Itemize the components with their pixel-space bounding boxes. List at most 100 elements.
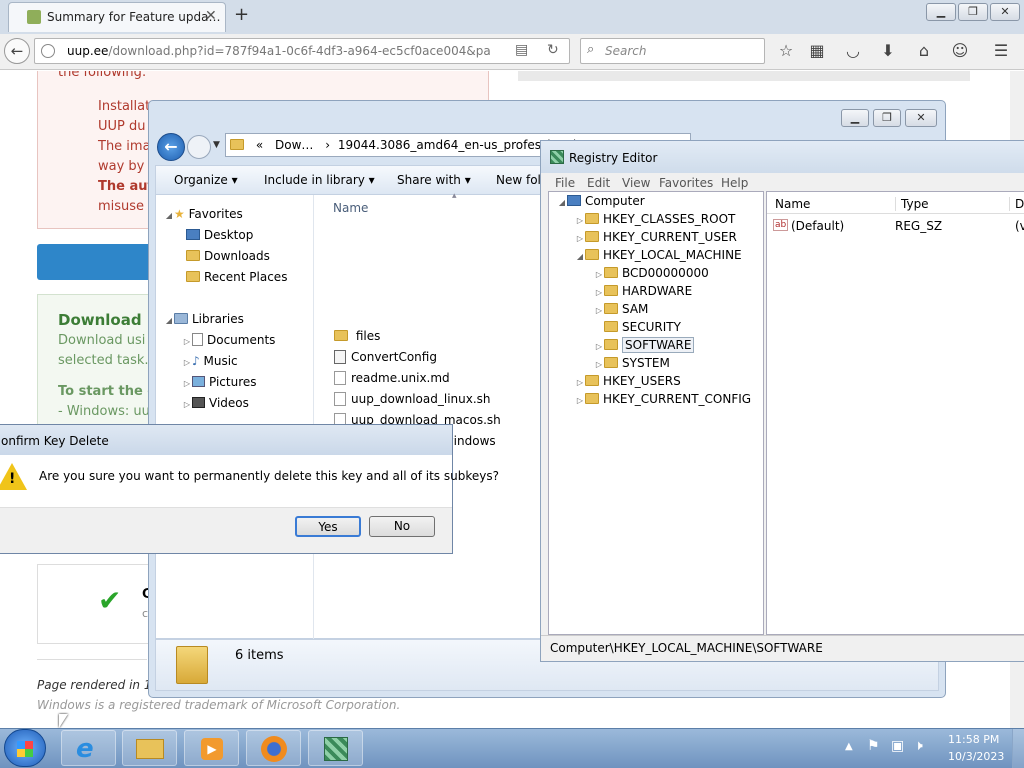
explorer-minimize-button[interactable]: ▁ xyxy=(841,109,869,127)
search-input[interactable]: Search xyxy=(605,44,647,58)
start-button[interactable] xyxy=(4,729,46,767)
network-icon[interactable]: ▣ xyxy=(891,738,904,754)
regedit-menubar: File Edit View Favorites Help xyxy=(541,173,1024,193)
file-row[interactable]: uup_download_linux.sh xyxy=(334,389,491,410)
yes-button[interactable]: Yes xyxy=(295,516,361,537)
folder-icon xyxy=(604,321,618,332)
tree-hkcu[interactable]: ▷ HKEY_CURRENT_USER xyxy=(575,228,737,246)
clock-date[interactable]: 10/3/2023 xyxy=(948,750,1004,763)
history-chevron-icon[interactable]: ▼ xyxy=(213,140,220,150)
nav-favorites[interactable]: ◢ ★ Favorites xyxy=(164,204,243,225)
tree-hkcr[interactable]: ▷ HKEY_CLASSES_ROOT xyxy=(575,210,735,228)
menu-icon[interactable]: ☰ xyxy=(990,40,1012,62)
minimize-button[interactable]: ▁ xyxy=(926,3,956,21)
nav-recent-places[interactable]: Recent Places xyxy=(186,267,287,288)
download-icon[interactable]: ⬇ xyxy=(877,40,899,62)
close-button[interactable]: ✕ xyxy=(990,3,1020,21)
tree-security[interactable]: SECURITY xyxy=(594,318,681,336)
reload-icon[interactable]: ↻ xyxy=(547,42,559,58)
tree-software[interactable]: ▷ SOFTWARE xyxy=(594,336,695,354)
search-bar[interactable]: ⌕ Search xyxy=(580,38,765,64)
file-row[interactable]: files xyxy=(334,326,380,347)
tree-hklm[interactable]: ◢ HKEY_LOCAL_MACHINE xyxy=(575,246,742,264)
tree-computer[interactable]: ◢ Computer xyxy=(557,192,645,210)
action-center-icon[interactable]: ⚑ xyxy=(867,738,880,754)
url-bar[interactable]: uup.ee/download.php?id=787f94a1-0c6f-4df… xyxy=(34,38,570,64)
show-desktop-button[interactable] xyxy=(1012,729,1024,768)
menu-favorites[interactable]: Favorites xyxy=(659,176,713,190)
chat-icon[interactable]: ☺ xyxy=(949,40,971,62)
tree-sam[interactable]: ▷ SAM xyxy=(594,300,648,318)
breadcrumb-sep[interactable]: › xyxy=(325,138,330,152)
maximize-button[interactable]: ❐ xyxy=(958,3,988,21)
explorer-maximize-button[interactable]: ❐ xyxy=(873,109,901,127)
folder-icon xyxy=(604,339,618,350)
explorer-close-button[interactable]: ✕ xyxy=(905,109,937,127)
tree-system[interactable]: ▷ SYSTEM xyxy=(594,354,670,372)
right-panel xyxy=(518,71,970,81)
file-row[interactable]: ConvertConfig xyxy=(334,347,437,368)
new-tab-button[interactable]: + xyxy=(234,4,249,25)
tree-bcd[interactable]: ▷ BCD00000000 xyxy=(594,264,709,282)
taskbar-ie[interactable]: e xyxy=(61,730,116,766)
breadcrumb-overflow[interactable]: « xyxy=(256,138,263,152)
back-button[interactable]: ← xyxy=(4,38,30,64)
name-column-header[interactable]: Name xyxy=(333,201,368,215)
column-data[interactable]: Da xyxy=(1009,197,1024,211)
share-with-menu[interactable]: Share with ▾ xyxy=(397,173,471,187)
browser-tab[interactable]: Summary for Feature upda… ✕ xyxy=(8,2,226,32)
regedit-titlebar[interactable]: Registry Editor xyxy=(541,141,1024,173)
tree-hkcc[interactable]: ▷ HKEY_CURRENT_CONFIG xyxy=(575,390,751,408)
home-icon[interactable]: ⌂ xyxy=(913,40,935,62)
bookmarks-list-icon[interactable]: ▦ xyxy=(806,40,828,62)
item-count: 6 items xyxy=(235,648,284,663)
reader-view-icon[interactable]: ▤ xyxy=(515,42,528,58)
nav-desktop[interactable]: Desktop xyxy=(186,225,253,246)
nav-pictures[interactable]: ▷ Pictures xyxy=(182,372,257,393)
pocket-icon[interactable]: ◡ xyxy=(842,40,864,62)
nav-documents[interactable]: ▷ Documents xyxy=(182,330,275,351)
music-icon: ♪ xyxy=(192,354,200,368)
menu-file[interactable]: File xyxy=(555,176,575,190)
check-box xyxy=(37,564,157,644)
menu-view[interactable]: View xyxy=(622,176,650,190)
nav-music[interactable]: ▷ ♪ Music xyxy=(182,351,238,372)
taskbar-explorer[interactable] xyxy=(122,730,177,766)
clock-time[interactable]: 11:58 PM xyxy=(948,733,999,746)
value-row[interactable]: ab (Default) REG_SZ (v xyxy=(773,218,1024,236)
explorer-forward-button[interactable] xyxy=(187,135,211,159)
search-icon: ⌕ xyxy=(587,42,595,57)
taskbar-media[interactable]: ▶ xyxy=(184,730,239,766)
include-library-menu[interactable]: Include in library ▾ xyxy=(264,173,375,187)
folder-icon xyxy=(585,375,599,386)
breadcrumb-downloads[interactable]: Dow… xyxy=(275,138,313,152)
tree-hku[interactable]: ▷ HKEY_USERS xyxy=(575,372,681,390)
nav-libraries[interactable]: ◢ Libraries xyxy=(164,309,244,330)
desktop-icon xyxy=(186,229,200,240)
taskbar-regedit[interactable] xyxy=(308,730,363,766)
menu-help[interactable]: Help xyxy=(721,176,748,190)
folder-icon xyxy=(604,303,618,314)
tab-close-icon[interactable]: ✕ xyxy=(205,8,217,24)
column-name[interactable]: Name xyxy=(775,197,810,211)
explorer-back-button[interactable]: ← xyxy=(157,133,185,161)
regedit-app-icon xyxy=(550,150,564,164)
nav-downloads[interactable]: Downloads xyxy=(186,246,270,267)
menu-edit[interactable]: Edit xyxy=(587,176,610,190)
tree-hardware[interactable]: ▷ HARDWARE xyxy=(594,282,692,300)
bookmark-star-icon[interactable]: ☆ xyxy=(775,40,797,62)
organize-menu[interactable]: Organize ▾ xyxy=(174,173,238,187)
no-button[interactable]: No xyxy=(369,516,435,537)
nav-videos[interactable]: ▷ Videos xyxy=(182,393,249,414)
show-hidden-icons[interactable]: ▲ xyxy=(845,741,853,752)
registry-values: Name Type Da ab (Default) REG_SZ (v xyxy=(766,191,1024,635)
computer-icon xyxy=(567,195,581,206)
volume-muted-icon[interactable]: 🕨 xyxy=(914,738,923,754)
dialog-titlebar[interactable]: onfirm Key Delete xyxy=(0,425,452,455)
taskbar-firefox[interactable] xyxy=(246,730,301,766)
file-row[interactable]: readme.unix.md xyxy=(334,368,450,389)
blue-button-bar[interactable] xyxy=(37,244,157,280)
column-type[interactable]: Type xyxy=(895,197,929,211)
regedit-title: Registry Editor xyxy=(569,151,658,165)
site-info-icon[interactable] xyxy=(41,44,55,58)
